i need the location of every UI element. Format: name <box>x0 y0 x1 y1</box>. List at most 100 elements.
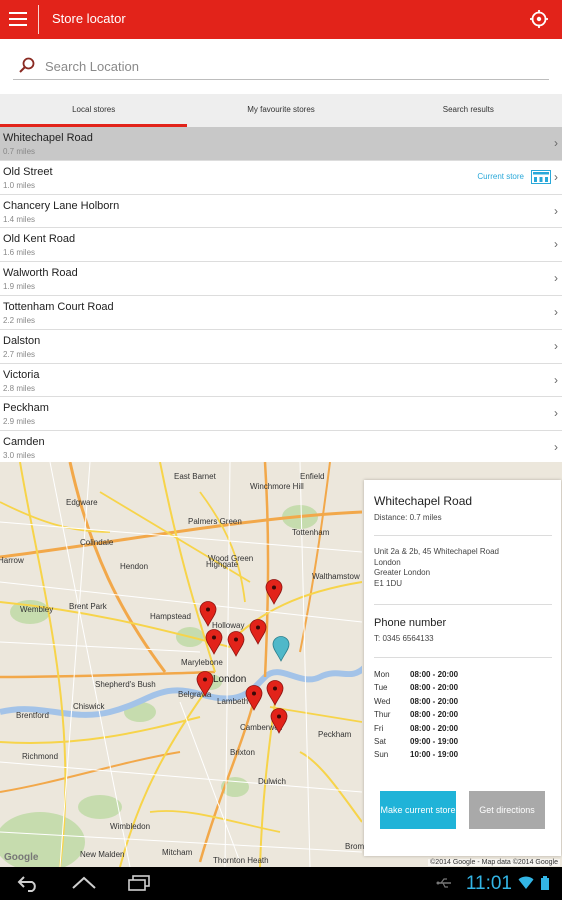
store-row-whitechapel-road[interactable]: Whitechapel Road 0.7 miles › <box>0 127 562 161</box>
hours-day: Wed <box>374 696 391 706</box>
system-bar: 11:01 <box>0 867 562 900</box>
store-pin-icon[interactable] <box>199 601 217 627</box>
opening-hours: Mon 08:00 - 20:00 Tue 08:00 - 20:00 Wed 08:… <box>374 670 544 764</box>
store-pin-icon[interactable] <box>227 631 245 657</box>
chevron-right-icon: › <box>554 304 558 319</box>
chevron-right-icon: › <box>554 136 558 150</box>
store-pin-icon[interactable] <box>245 685 263 711</box>
divider <box>374 657 552 658</box>
store-pin-icon[interactable] <box>266 680 284 706</box>
map-label: Edgware <box>66 498 98 507</box>
store-row-peckham[interactable]: Peckham 2.9 miles › <box>0 397 562 432</box>
usb-icon <box>436 878 451 888</box>
home-icon[interactable] <box>71 874 97 892</box>
store-distance: 1.9 miles <box>3 282 36 292</box>
store-pin-icon[interactable] <box>270 708 288 734</box>
map-label: Wembley <box>20 605 54 614</box>
map-label: Marylebone <box>181 658 223 667</box>
map-label: London <box>213 674 247 685</box>
store-name: Camden <box>3 436 45 449</box>
store-name: Whitechapel Road <box>3 132 93 144</box>
search-input[interactable] <box>45 56 535 76</box>
hours-time: 08:00 - 20:00 <box>410 710 459 720</box>
hours-day: Thur <box>374 710 391 720</box>
app-root: Store locator Local stores My favourite … <box>0 0 562 900</box>
chevron-right-icon: › <box>554 169 558 184</box>
store-name: Old Kent Road <box>3 233 76 246</box>
store-row-camden[interactable]: Camden 3.0 miles › <box>0 431 562 465</box>
store-row-tottenham-court-road[interactable]: Tottenham Court Road 2.2 miles › <box>0 295 562 330</box>
tab-favourite-stores[interactable]: My favourite stores <box>187 94 374 127</box>
map-label: New Malden <box>80 850 125 859</box>
store-icon <box>531 169 551 184</box>
recent-apps-icon[interactable] <box>127 874 153 892</box>
hours-row: Sun 10:00 - 19:00 <box>374 750 544 763</box>
hours-row: Tue 08:00 - 20:00 <box>374 683 544 696</box>
menu-icon[interactable] <box>9 12 27 26</box>
store-distance: 2.7 miles <box>3 349 36 359</box>
store-row-victoria[interactable]: Victoria 2.8 miles › <box>0 363 562 398</box>
divider <box>374 604 552 605</box>
map-label: Hendon <box>120 562 149 571</box>
store-distance: 0.7 miles <box>3 147 36 156</box>
store-pin-icon[interactable] <box>249 619 267 645</box>
tab-local-stores[interactable]: Local stores <box>0 94 188 127</box>
map-label: Palmers Green <box>188 517 242 526</box>
back-icon[interactable] <box>16 874 42 892</box>
store-distance: 1.6 miles <box>3 248 36 258</box>
chevron-right-icon: › <box>554 440 558 455</box>
chevron-right-icon: › <box>554 237 558 252</box>
store-row-chancery-lane-holborn[interactable]: Chancery Lane Holborn 1.4 miles › <box>0 194 562 229</box>
store-list: Whitechapel Road 0.7 miles › Old Street … <box>0 127 562 465</box>
chevron-right-icon: › <box>554 406 558 421</box>
store-name: Walworth Road <box>3 267 78 280</box>
store-distance: 1.4 miles <box>3 214 36 224</box>
tab-search-results[interactable]: Search results <box>375 94 562 127</box>
store-name: Chancery Lane Holborn <box>3 199 120 212</box>
store-row-walworth-road[interactable]: Walworth Road 1.9 miles › <box>0 262 562 296</box>
hours-time: 08:00 - 20:00 <box>410 683 459 693</box>
search-icon <box>19 57 35 73</box>
store-row-old-street[interactable]: Old Street 1.0 miles Current store › <box>0 160 562 195</box>
chevron-right-icon: › <box>554 203 558 218</box>
hours-row: Mon 08:00 - 20:00 <box>374 670 544 683</box>
map-label: Walthamstow <box>312 572 360 581</box>
map-label: Tottenham <box>292 528 330 537</box>
search-bar <box>13 54 549 80</box>
get-directions-button[interactable]: Get directions <box>469 791 545 829</box>
map-label: Brent Park <box>69 602 107 611</box>
panel-store-name: Whitechapel Road <box>374 494 473 508</box>
action-bar-divider <box>38 5 39 34</box>
map-label: Winchmore Hill <box>250 482 304 491</box>
store-name: Peckham <box>3 402 49 415</box>
map-attribution[interactable]: ©2014 Google - Map data ©2014 Google <box>428 859 560 866</box>
locate-icon[interactable] <box>530 10 548 28</box>
google-logo: Google <box>4 852 39 863</box>
my-location-pin-icon[interactable] <box>272 636 290 662</box>
map-label: Thornton Heath <box>213 856 269 865</box>
store-distance: 2.8 miles <box>3 383 36 393</box>
store-pin-icon[interactable] <box>205 629 223 655</box>
phone-heading: Phone number <box>374 617 447 629</box>
store-distance: 2.9 miles <box>3 417 36 427</box>
store-name: Old Street <box>3 165 53 178</box>
phone-number[interactable]: T: 0345 6564133 <box>374 634 434 643</box>
hours-row: Wed 08:00 - 20:00 <box>374 697 544 710</box>
map-label: Shepherd's Bush <box>95 680 156 689</box>
store-pin-icon[interactable] <box>196 671 214 697</box>
hours-time: 09:00 - 19:00 <box>410 736 459 746</box>
map-label: Richmond <box>22 752 59 761</box>
map-label: Hampstead <box>150 612 191 621</box>
hours-day: Tue <box>374 683 388 693</box>
make-current-store-button[interactable]: Make current store <box>380 791 456 829</box>
chevron-right-icon: › <box>554 271 558 286</box>
map-label: Dulwich <box>258 777 287 786</box>
chevron-right-icon: › <box>554 372 558 387</box>
panel-address: Unit 2a & 2b, 45 Whitechapel Road London… <box>374 547 499 589</box>
store-row-old-kent-road[interactable]: Old Kent Road 1.6 miles › <box>0 228 562 263</box>
map-label: Harrow <box>0 556 24 565</box>
store-row-dalston[interactable]: Dalston 2.7 miles › <box>0 329 562 364</box>
address-line: London <box>374 557 401 567</box>
store-pin-icon[interactable] <box>265 579 283 605</box>
hours-day: Fri <box>374 723 384 733</box>
